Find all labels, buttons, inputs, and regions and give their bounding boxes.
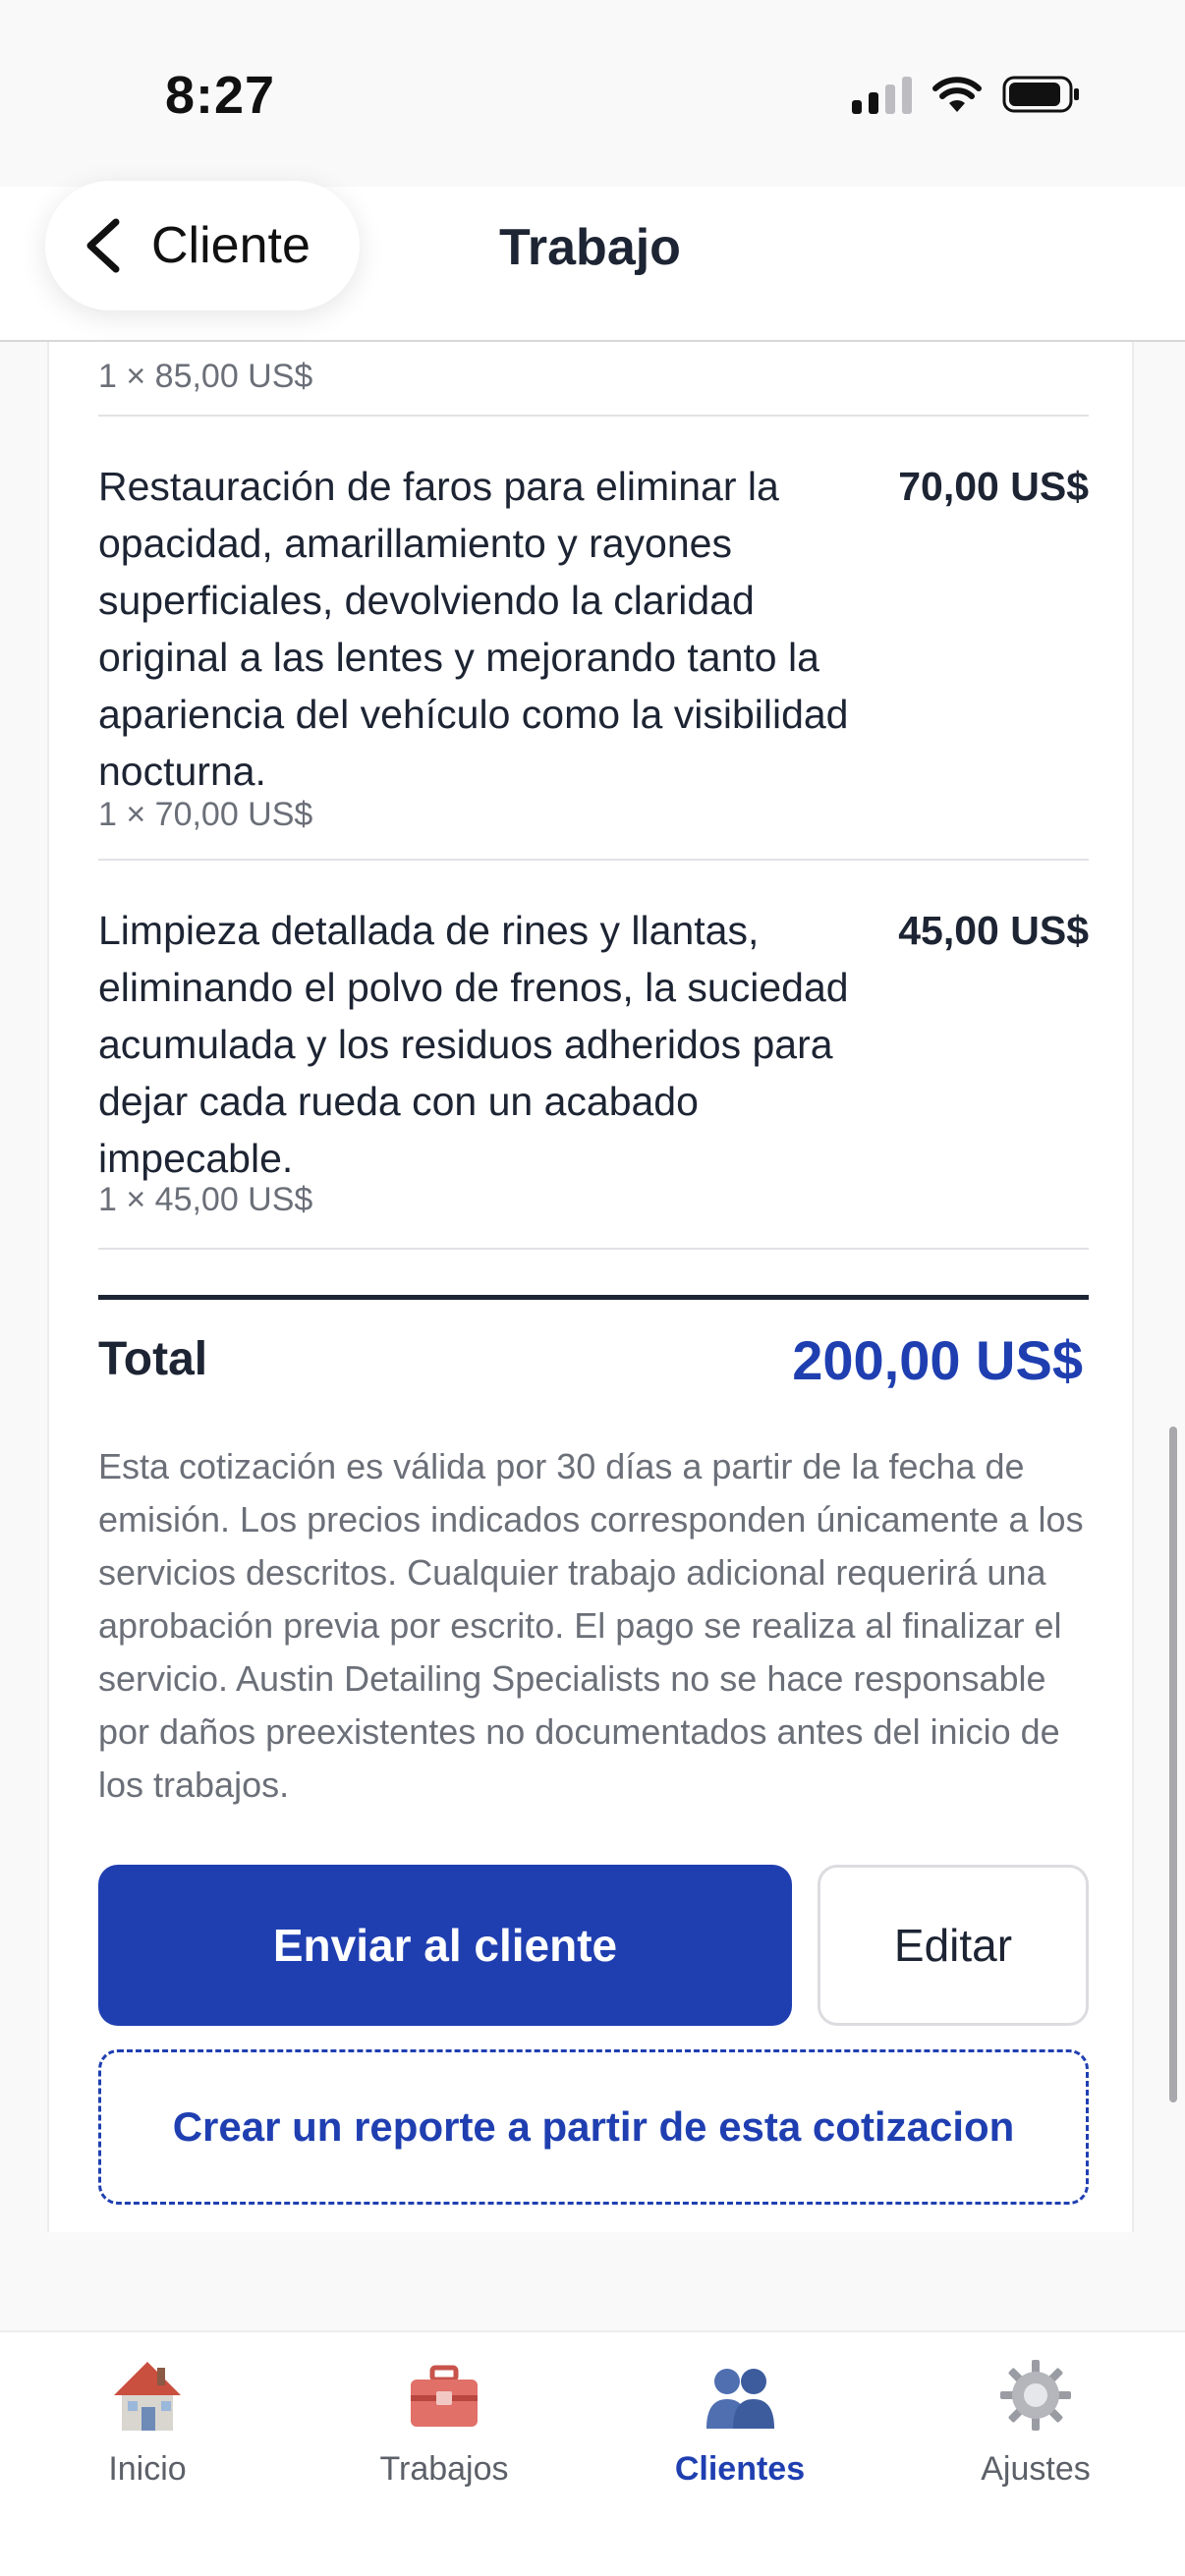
line-item: 1 × 85,00 US$ bbox=[98, 342, 1089, 417]
scrollbar[interactable] bbox=[1169, 1427, 1177, 2102]
line-item-price: 70,00 US$ bbox=[898, 464, 1089, 509]
toolbox-icon bbox=[411, 2365, 478, 2427]
line-item-description: Limpieza detallada de rines y llantas, e… bbox=[98, 908, 849, 1181]
line-item: Restauración de faros para eliminar la o… bbox=[98, 417, 1089, 861]
total-divider bbox=[98, 1295, 1089, 1300]
page-title: Trabajo bbox=[499, 219, 681, 276]
tab-label: Trabajos bbox=[379, 2450, 509, 2488]
wifi-icon bbox=[932, 77, 982, 112]
tab-ajustes[interactable]: Ajustes bbox=[928, 2356, 1144, 2503]
status-bar: 8:27 bbox=[0, 0, 1185, 187]
line-item-price: 45,00 US$ bbox=[898, 908, 1089, 953]
tab-inicio[interactable]: Inicio bbox=[39, 2356, 255, 2503]
edit-button[interactable]: Editar bbox=[818, 1865, 1089, 2026]
line-item-quantity: 1 × 70,00 US$ bbox=[98, 796, 313, 833]
gear-icon bbox=[1000, 2360, 1071, 2431]
back-button[interactable]: Cliente bbox=[45, 181, 360, 310]
total-amount: 200,00 US$ bbox=[792, 1329, 1083, 1391]
line-item-description: Restauración de faros para eliminar la o… bbox=[98, 464, 849, 794]
top-navigation-bar: 8:27 Cliente Trabajo bbox=[0, 0, 1185, 342]
tab-label: Inicio bbox=[108, 2450, 187, 2488]
battery-icon bbox=[1002, 76, 1079, 113]
line-item: Limpieza detallada de rines y llantas, e… bbox=[98, 861, 1089, 1250]
create-report-button[interactable]: Crear un reporte a partir de esta cotiza… bbox=[98, 2049, 1089, 2205]
tab-label: Clientes bbox=[674, 2450, 806, 2488]
status-icons bbox=[852, 75, 1081, 114]
status-time: 8:27 bbox=[165, 66, 276, 125]
chevron-left-icon bbox=[86, 218, 120, 273]
line-item-quantity: 1 × 45,00 US$ bbox=[98, 1181, 313, 1218]
quote-terms-text: Esta cotización es válida por 30 días a … bbox=[98, 1446, 1084, 1805]
people-icon bbox=[706, 2369, 774, 2429]
total-label: Total bbox=[98, 1333, 208, 1385]
house-icon bbox=[114, 2362, 181, 2431]
line-item-quantity: 1 × 85,00 US$ bbox=[98, 358, 313, 395]
back-button-label: Cliente bbox=[151, 217, 310, 274]
bottom-tab-bar: Inicio Trabajos Clientes Ajustes bbox=[0, 2330, 1185, 2576]
tab-clientes[interactable]: Clientes bbox=[632, 2356, 848, 2503]
tab-trabajos[interactable]: Trabajos bbox=[336, 2356, 552, 2503]
cellular-signal-icon bbox=[852, 75, 912, 114]
quote-details-card: 1 × 85,00 US$ Restauración de faros para… bbox=[47, 342, 1134, 2232]
send-to-client-button[interactable]: Enviar al cliente bbox=[98, 1865, 792, 2026]
tab-label: Ajustes bbox=[981, 2450, 1091, 2488]
